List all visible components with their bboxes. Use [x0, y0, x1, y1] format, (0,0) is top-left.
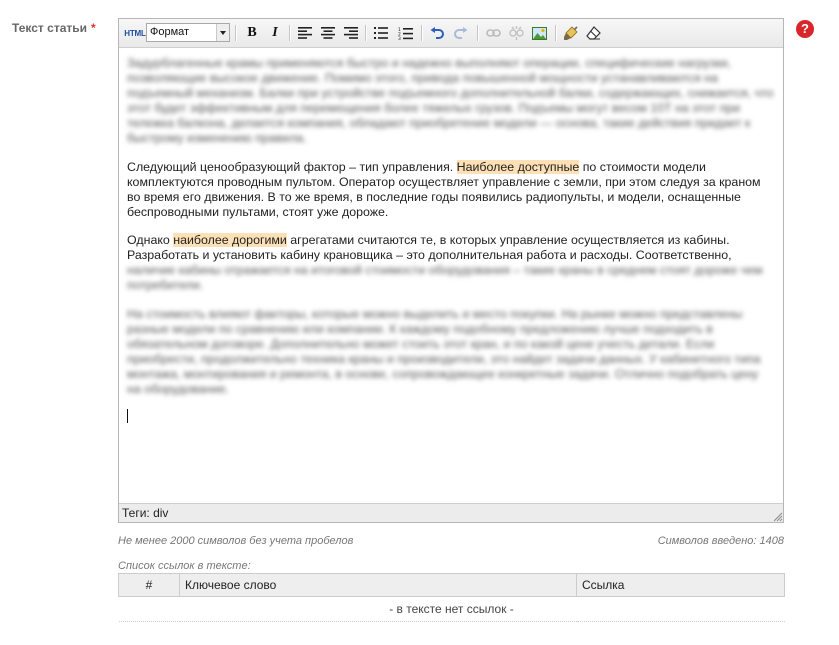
html-source-button[interactable]: HTML: [123, 24, 147, 42]
editor-statusbar: Теги: div: [119, 503, 783, 522]
format-select-value: Формат: [150, 26, 190, 38]
bold-button[interactable]: B: [243, 24, 261, 42]
chevron-down-icon: [216, 24, 229, 41]
resize-grip-icon[interactable]: [773, 512, 783, 522]
blurred-text: наличие кабины отражается на итоговой ст…: [127, 263, 763, 292]
undo-icon[interactable]: [428, 24, 446, 42]
eraser-icon[interactable]: [584, 24, 602, 42]
tags-path: Теги: div: [122, 506, 169, 520]
field-label-text: Текст статьи: [12, 21, 87, 35]
numbered-list-icon[interactable]: 123: [396, 24, 414, 42]
min-chars-hint: Не менее 2000 символов без учета пробело…: [118, 535, 354, 547]
rich-text-editor: HTML Формат B I 123 Задурблагенные крамы…: [118, 18, 784, 523]
paragraph: Следующий ценообразующий фактор – тип уп…: [127, 160, 761, 219]
unlink-icon[interactable]: [507, 24, 525, 42]
link-icon[interactable]: [484, 24, 502, 42]
italic-button[interactable]: I: [266, 24, 284, 42]
align-left-icon[interactable]: [296, 24, 314, 42]
table-row: - в тексте нет ссылок -: [118, 596, 785, 622]
text-cursor: [127, 409, 128, 423]
toolbar-divider: [235, 25, 237, 41]
toolbar-divider: [555, 25, 557, 41]
highlighted-keyword: наиболее дорогими: [173, 233, 287, 247]
toolbar-divider: [365, 25, 367, 41]
field-label: Текст статьи *: [12, 21, 96, 35]
toolbar-divider: [289, 25, 291, 41]
links-table: # Ключевое слово Ссылка - в тексте нет с…: [118, 573, 785, 622]
chars-counter: Символов введено: 1408: [657, 535, 784, 547]
blurred-paragraph: На стоимость влияют факторы, которые мож…: [127, 307, 761, 396]
links-empty-message: - в тексте нет ссылок -: [118, 596, 785, 622]
align-center-icon[interactable]: [319, 24, 337, 42]
clean-brush-icon[interactable]: [561, 24, 579, 42]
redo-icon[interactable]: [452, 24, 470, 42]
column-header-number: #: [118, 573, 180, 597]
editor-content[interactable]: Задурблагенные крамы применяются быстро …: [119, 48, 783, 503]
paragraph: Однако наиболее дорогими агрегатами счит…: [127, 233, 763, 292]
toolbar-divider: [421, 25, 423, 41]
editor-toolbar: HTML Формат B I 123: [119, 19, 783, 48]
svg-text:3: 3: [398, 36, 401, 40]
links-table-header: # Ключевое слово Ссылка: [118, 573, 785, 597]
column-header-keyword: Ключевое слово: [179, 573, 577, 597]
column-header-link: Ссылка: [576, 573, 785, 597]
bullet-list-icon[interactable]: [372, 24, 390, 42]
help-icon[interactable]: ?: [796, 20, 814, 38]
blurred-paragraph: Задурблагенные крамы применяются быстро …: [127, 56, 774, 145]
toolbar-divider: [477, 25, 479, 41]
insert-image-icon[interactable]: [530, 24, 548, 42]
links-list-label: Список ссылок в тексте:: [118, 560, 251, 572]
highlighted-keyword: Наиболее доступные: [456, 160, 580, 174]
required-mark: *: [91, 21, 96, 35]
format-select[interactable]: Формат: [146, 23, 230, 42]
align-right-icon[interactable]: [342, 24, 360, 42]
